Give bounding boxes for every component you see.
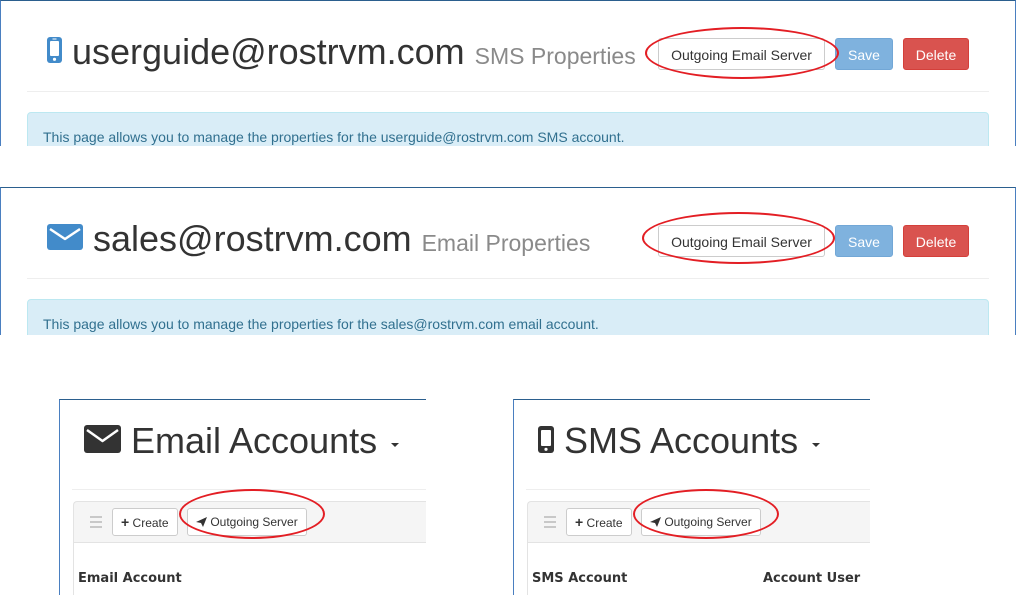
page-title: sales@rostrvm.com <box>93 218 412 259</box>
sms-accounts-panel: SMS Accounts + Create Outgoing Server SM… <box>513 399 870 595</box>
page-subtitle: Email Properties <box>421 229 591 256</box>
header-divider <box>27 278 989 279</box>
create-button[interactable]: + Create <box>112 508 178 536</box>
hamburger-icon[interactable] <box>90 516 102 531</box>
page-title-text: SMS Accounts <box>564 420 799 461</box>
envelope-icon <box>84 420 121 462</box>
column-header-sms-account[interactable]: SMS Account <box>532 571 627 586</box>
save-button[interactable]: Save <box>835 38 893 70</box>
save-button[interactable]: Save <box>835 225 893 257</box>
page-subtitle: SMS Properties <box>474 42 636 69</box>
mobile-phone-icon <box>538 420 554 462</box>
plus-icon: + <box>575 514 584 530</box>
page-title: userguide@rostrvm.com <box>72 31 465 72</box>
email-accounts-panel: Email Accounts + Create Outgoing Server … <box>59 399 426 595</box>
delete-button[interactable]: Delete <box>903 38 969 70</box>
page-title[interactable]: Email Accounts <box>84 420 400 462</box>
paper-plane-icon <box>650 515 664 529</box>
column-header-account-user[interactable]: Account User <box>763 571 860 586</box>
outgoing-server-label: Outgoing Server <box>664 515 752 529</box>
header-divider <box>72 489 426 490</box>
outgoing-server-button[interactable]: Outgoing Server <box>641 508 761 536</box>
delete-button[interactable]: Delete <box>903 225 969 257</box>
outgoing-server-button[interactable]: Outgoing Server <box>187 508 307 536</box>
outgoing-email-server-button[interactable]: Outgoing Email Server <box>658 38 825 70</box>
grid-body <box>527 543 870 595</box>
header-divider <box>526 489 870 490</box>
mobile-phone-icon <box>47 36 62 68</box>
info-alert: This page allows you to manage the prope… <box>27 299 989 335</box>
hamburger-icon[interactable] <box>544 516 556 531</box>
create-label: Create <box>586 516 623 530</box>
header-divider <box>27 91 989 92</box>
create-button[interactable]: + Create <box>566 508 632 536</box>
column-header-email-account[interactable]: Email Account <box>78 571 182 586</box>
page-title[interactable]: SMS Accounts <box>538 420 821 462</box>
outgoing-email-server-button[interactable]: Outgoing Email Server <box>658 225 825 257</box>
grid-body <box>73 543 426 595</box>
caret-down-icon[interactable] <box>391 443 400 447</box>
grid-toolbar: + Create Outgoing Server <box>73 501 426 543</box>
paper-plane-icon <box>196 515 210 529</box>
create-label: Create <box>132 516 169 530</box>
plus-icon: + <box>121 514 130 530</box>
page-title-text: Email Accounts <box>131 420 378 461</box>
caret-down-icon[interactable] <box>812 443 821 447</box>
email-properties-panel: sales@rostrvm.com Email Properties Outgo… <box>0 187 1016 335</box>
envelope-icon <box>47 223 83 255</box>
outgoing-server-label: Outgoing Server <box>210 515 298 529</box>
sms-properties-panel: userguide@rostrvm.com SMS Properties Out… <box>0 0 1016 146</box>
grid-toolbar: + Create Outgoing Server <box>527 501 870 543</box>
info-alert: This page allows you to manage the prope… <box>27 112 989 146</box>
